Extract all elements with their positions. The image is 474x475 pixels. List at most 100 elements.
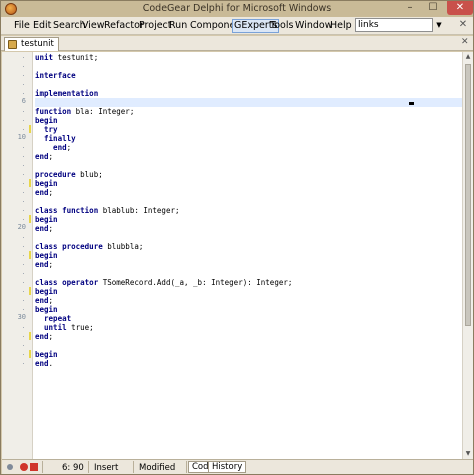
code-line[interactable]: interface — [35, 71, 462, 80]
close-button[interactable]: ✕ — [447, 1, 473, 15]
code-line[interactable]: begin — [35, 251, 462, 260]
code-line[interactable]: repeat — [35, 314, 462, 323]
minimize-button[interactable]: – — [399, 1, 421, 15]
gutter-row[interactable] — [2, 170, 33, 179]
menu-edit[interactable]: Edit — [32, 19, 52, 33]
code-line[interactable]: begin — [35, 305, 462, 314]
menu-file[interactable]: File — [13, 19, 31, 33]
code-line[interactable]: end; — [35, 152, 462, 161]
gutter-row[interactable] — [2, 116, 33, 125]
gutter-row[interactable] — [2, 206, 33, 215]
code-line[interactable]: implementation — [35, 89, 462, 98]
code-line[interactable] — [35, 269, 462, 278]
code-line[interactable]: class procedure blubbla; — [35, 242, 462, 251]
gutter-row[interactable] — [2, 62, 33, 71]
code-line[interactable]: begin — [35, 287, 462, 296]
code-line[interactable] — [35, 233, 462, 242]
gutter-row[interactable] — [2, 341, 33, 350]
line-number: 20 — [17, 223, 26, 231]
gutter-row[interactable] — [2, 71, 33, 80]
chevron-down-icon[interactable]: ▼ — [434, 18, 444, 32]
tab-testunit[interactable]: testunit — [4, 37, 59, 51]
code-line[interactable]: end; — [35, 260, 462, 269]
scroll-thumb[interactable] — [465, 64, 471, 326]
code-line[interactable]: begin — [35, 215, 462, 224]
code-line[interactable] — [35, 62, 462, 71]
gutter-row[interactable] — [2, 143, 33, 152]
tab-history[interactable]: History — [208, 461, 247, 473]
code-line[interactable]: unit testunit; — [35, 53, 462, 62]
code-area[interactable]: unit testunit; interface implementation fun… — [35, 52, 462, 459]
code-line[interactable]: finally — [35, 134, 462, 143]
gutter-row[interactable] — [2, 53, 33, 62]
gutter-row[interactable] — [2, 350, 33, 359]
gutter-row[interactable] — [2, 80, 33, 89]
gutter-row[interactable] — [2, 359, 33, 368]
gutter-row[interactable] — [2, 323, 33, 332]
gutter-row[interactable] — [2, 287, 33, 296]
gutter-row[interactable]: 10 — [2, 133, 33, 143]
menu-help[interactable]: Help — [329, 19, 353, 33]
code-token: bla: Integer; — [71, 107, 135, 116]
line-dot — [23, 282, 24, 283]
close-icon[interactable]: ✕ — [457, 19, 469, 31]
maximize-button[interactable]: ☐ — [422, 1, 444, 15]
menu-window[interactable]: Window — [294, 19, 333, 33]
code-line[interactable]: end; — [35, 188, 462, 197]
stop-macro-icon[interactable] — [30, 463, 38, 471]
gutter-row[interactable]: 30 — [2, 313, 33, 323]
code-line[interactable] — [35, 341, 462, 350]
code-line[interactable]: begin — [35, 116, 462, 125]
code-line[interactable]: end; — [35, 332, 462, 341]
code-editor[interactable]: 6 10 20 30 unit testunit; interface implement… — [2, 52, 462, 459]
menu-tools[interactable]: Tools — [269, 19, 294, 33]
vertical-scrollbar[interactable]: ▲ ▼ — [462, 52, 473, 459]
code-line[interactable]: end; — [35, 224, 462, 233]
code-line[interactable]: end. — [35, 359, 462, 368]
code-line[interactable]: end; — [35, 296, 462, 305]
title-bar[interactable]: CodeGear Delphi for Microsoft Windows – … — [1, 1, 473, 17]
gutter-row[interactable] — [2, 260, 33, 269]
gutter-row[interactable] — [2, 242, 33, 251]
record-macro-icon[interactable] — [20, 463, 28, 471]
line-number: 6 — [21, 97, 26, 105]
modified-line-marker — [29, 332, 31, 340]
gutter-row[interactable] — [2, 269, 33, 278]
code-line[interactable]: class function blablub: Integer; — [35, 206, 462, 215]
code-line[interactable]: begin — [35, 179, 462, 188]
gutter-row[interactable] — [2, 197, 33, 206]
search-input[interactable]: links — [355, 18, 433, 32]
scroll-down-icon[interactable]: ▼ — [463, 449, 473, 459]
gutter-row[interactable] — [2, 89, 33, 98]
gutter-row[interactable]: 20 — [2, 223, 33, 233]
gutter-row[interactable] — [2, 296, 33, 305]
code-line[interactable] — [35, 80, 462, 89]
close-tab-icon[interactable]: ✕ — [461, 37, 469, 47]
gutter-row[interactable] — [2, 152, 33, 161]
gutter-row[interactable] — [2, 278, 33, 287]
gutter-row[interactable] — [2, 233, 33, 242]
gutter-row[interactable] — [2, 107, 33, 116]
gutter-row[interactable] — [2, 161, 33, 170]
code-line[interactable] — [35, 98, 462, 107]
menu-view[interactable]: View — [81, 19, 106, 33]
gutter-row[interactable] — [2, 179, 33, 188]
gutter-row[interactable] — [2, 332, 33, 341]
code-line[interactable]: function bla: Integer; — [35, 107, 462, 116]
code-line[interactable]: procedure blub; — [35, 170, 462, 179]
line-dot — [23, 219, 24, 220]
code-line[interactable] — [35, 197, 462, 206]
line-gutter[interactable]: 6 10 20 30 — [2, 52, 33, 459]
code-line[interactable]: begin — [35, 350, 462, 359]
gutter-row[interactable]: 6 — [2, 97, 33, 107]
code-line[interactable]: end; — [35, 143, 462, 152]
code-line[interactable]: until true; — [35, 323, 462, 332]
modified-line-marker — [29, 350, 31, 358]
gutter-row[interactable] — [2, 251, 33, 260]
code-line[interactable]: class operator TSomeRecord.Add(_a, _b: I… — [35, 278, 462, 287]
menu-run[interactable]: Run — [168, 19, 188, 33]
scroll-up-icon[interactable]: ▲ — [463, 52, 473, 62]
code-line[interactable] — [35, 161, 462, 170]
code-line[interactable]: try — [35, 125, 462, 134]
gutter-row[interactable] — [2, 188, 33, 197]
